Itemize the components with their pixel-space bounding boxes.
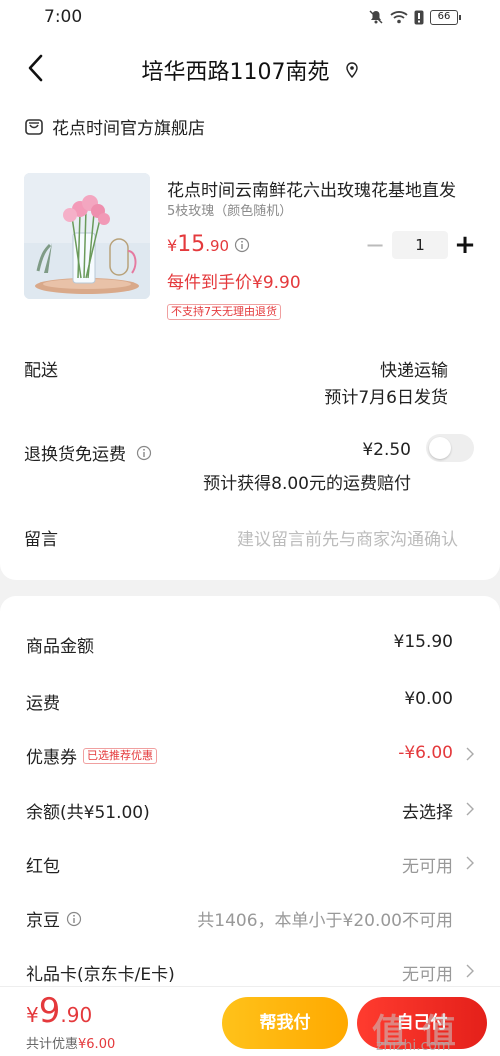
goods-amount-value: ¥15.90: [393, 632, 453, 652]
status-bar: 7:00 66: [0, 0, 500, 36]
price-decimal: .90: [205, 237, 230, 255]
location-pin-icon: [345, 62, 358, 78]
chevron-right-icon: [466, 802, 474, 816]
red-packet-value: 无可用: [402, 857, 453, 877]
red-packet-row[interactable]: 红包 无可用: [0, 848, 500, 878]
gift-card-value: 无可用: [402, 965, 453, 985]
coupon-value: -¥6.00: [398, 743, 453, 763]
watermark-url: zhizhi.com: [376, 1038, 451, 1054]
shipping-value: ¥0.00: [404, 689, 453, 709]
status-time: 7:00: [44, 7, 83, 27]
wifi-icon: [390, 10, 408, 24]
saved-value: ¥6.00: [78, 1037, 116, 1052]
info-icon[interactable]: [136, 445, 152, 461]
battery-icon: 66: [430, 9, 461, 25]
total-price: ¥ 9 .90: [26, 991, 92, 1031]
info-icon[interactable]: [66, 911, 82, 927]
return-shipping-row: 退换货免运费: [24, 440, 152, 465]
coupon-label: 优惠券: [26, 748, 77, 768]
mute-icon: [368, 9, 384, 25]
coupon-label-group: 优惠券 已选推荐优惠: [26, 743, 157, 768]
jingdou-label-group: 京豆: [26, 906, 82, 931]
product-title[interactable]: 花点时间云南鲜花六出玫瑰花基地直发: [167, 176, 479, 201]
quantity-stepper: − 1 +: [362, 231, 478, 259]
chevron-right-icon: [466, 964, 474, 978]
balance-label: 余额(共¥51.00): [26, 803, 150, 823]
shop-row[interactable]: 花点时间官方旗舰店: [24, 114, 205, 139]
delivery-label: 配送: [24, 361, 58, 381]
return-policy-tag: 不支持7天无理由退货: [167, 304, 281, 320]
gift-card-row[interactable]: 礼品卡(京东卡/E卡) 无可用: [0, 956, 500, 986]
jingdou-row: 京豆 共1406，本单小于¥20.00不可用: [0, 902, 500, 932]
quantity-input[interactable]: 1: [392, 231, 448, 259]
coupon-badge: 已选推荐优惠: [83, 747, 157, 764]
price-currency: ¥: [167, 236, 178, 255]
price-info-button[interactable]: [234, 237, 250, 257]
saved-label: 共计优惠: [26, 1037, 79, 1052]
chevron-right-icon: [466, 747, 474, 761]
shipping-row: 运费 ¥0.00: [0, 685, 500, 715]
return-shipping-toggle[interactable]: [426, 434, 474, 462]
product-price: ¥ 15 .90: [167, 232, 229, 257]
price-integer: 15: [177, 232, 206, 257]
shipping-label: 运费: [26, 694, 60, 714]
jingdou-label: 京豆: [26, 911, 60, 931]
goods-amount-row: 商品金额 ¥15.90: [0, 628, 500, 658]
increase-button[interactable]: +: [452, 231, 478, 259]
address-text: 培华西路1107南苑: [141, 60, 330, 85]
jingdou-value: 共1406，本单小于¥20.00不可用: [197, 911, 453, 931]
each-price: 每件到手价¥9.90: [167, 273, 301, 293]
coupon-row[interactable]: 优惠券 已选推荐优惠 -¥6.00: [0, 739, 500, 769]
decrease-button[interactable]: −: [362, 231, 388, 259]
info-icon: [234, 237, 250, 253]
return-shipping-price: ¥2.50: [362, 440, 411, 460]
price-summary-card: 商品金额 ¥15.90 运费 ¥0.00 优惠券 已选推荐优惠 -¥6.00 余…: [0, 596, 500, 996]
balance-row[interactable]: 余额(共¥51.00) 去选择: [0, 794, 500, 824]
return-shipping-label: 退换货免运费: [24, 445, 126, 465]
shop-name: 花点时间官方旗舰店: [52, 119, 205, 139]
red-packet-label: 红包: [26, 857, 60, 877]
nav-bar: 培华西路1107南苑: [0, 36, 500, 100]
message-input[interactable]: 建议留言前先与商家沟通确认: [237, 525, 458, 550]
message-label: 留言: [24, 530, 58, 550]
order-card: 花点时间官方旗舰店 花点时间云南鲜花六出玫瑰花基地直发 5枝玫瑰（颜色随机） ¥…: [0, 100, 500, 580]
delivery-method[interactable]: 快递运输: [380, 356, 448, 381]
address-title[interactable]: 培华西路1107南苑: [0, 54, 500, 86]
total-integer: 9: [38, 991, 61, 1031]
help-me-pay-button[interactable]: 帮我付: [222, 997, 348, 1049]
saved-amount: 共计优惠¥6.00: [26, 1033, 115, 1052]
status-icons: 66: [368, 9, 461, 25]
product-spec: 5枝玫瑰（颜色随机）: [167, 204, 293, 219]
total-decimal: .90: [60, 1003, 93, 1027]
gift-card-label: 礼品卡(京东卡/E卡): [26, 965, 175, 985]
total-currency: ¥: [26, 1003, 39, 1027]
return-shipping-note: 预计获得8.00元的运费赔付: [203, 474, 411, 494]
alert-icon: [414, 10, 424, 25]
chevron-right-icon: [466, 856, 474, 870]
goods-amount-label: 商品金额: [26, 637, 94, 657]
shop-icon: [25, 118, 43, 135]
delivery-estimate: 预计7月6日发货: [324, 388, 448, 408]
product-image[interactable]: [24, 173, 150, 299]
balance-value: 去选择: [402, 803, 453, 823]
